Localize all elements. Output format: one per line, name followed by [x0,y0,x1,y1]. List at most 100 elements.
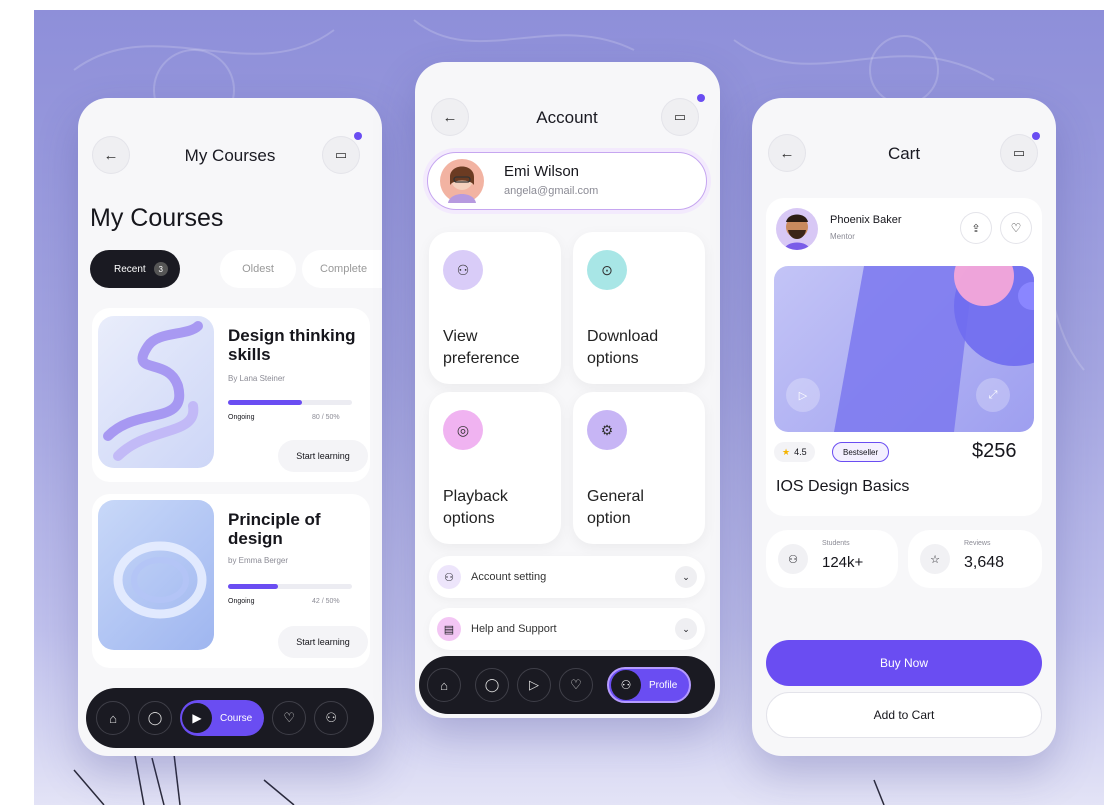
tile-view-preference[interactable]: ⚇ View preference [429,232,561,384]
star-icon: ★ [782,446,791,457]
tile-label: Playback options [443,488,508,527]
filter-recent[interactable]: Recent 3 [90,250,180,288]
user-icon[interactable]: ⚇ [314,701,349,735]
nav-active-label: Profile [649,679,678,691]
play-icon: ▶ [182,703,212,733]
heart-icon[interactable]: ♡ [272,701,307,735]
course-title: Principle of design [228,510,321,548]
tile-general-option[interactable]: ⚙ General option [573,392,705,544]
course-title: Design thinking skills [228,326,356,364]
account-screen: ← Account ▭ Emi Wilson angela@gmail.com … [415,62,720,718]
rating-value: 4.5 [794,447,807,457]
home-icon[interactable]: ⌂ [427,668,461,702]
nav-course-active[interactable]: ▶ Course [180,700,265,736]
reviews-stat: ☆ Reviews 3,648 [908,530,1042,588]
fullscreen-button[interactable]: ⤢ [976,378,1010,412]
row-help-support[interactable]: ▤ Help and Support ⌄ [429,608,705,650]
share-button[interactable]: ⇪ [960,212,992,244]
help-icon: ▤ [437,617,461,641]
bottom-nav: ⌂ ◯ ▶ Course ♡ ⚇ [86,688,374,748]
cart-notification-dot [354,132,362,140]
header-title: Cart [887,144,921,163]
row-label: Help and Support [471,623,557,635]
header-title: Account [536,108,598,127]
price: $256 [972,440,1017,462]
home-icon[interactable]: ⌂ [96,701,130,735]
course-thumbnail [98,316,214,468]
start-learning-button[interactable]: Start learning [278,626,368,658]
buy-now-button[interactable]: Buy Now [766,640,1042,686]
tile-label: Download options [587,328,659,367]
back-arrow-icon: ← [103,146,119,164]
add-to-cart-button[interactable]: Add to Cart [766,692,1042,738]
tile-label: View preference [443,328,520,367]
cart-screen: ← Cart ▭ Phoenix Baker Mentor ⇪ ♡ ▷ ⤢ ★ 4… [752,98,1056,756]
back-button[interactable]: ← [92,136,130,174]
avatar-illustration [448,166,476,203]
cart-button[interactable]: ▭ [661,98,699,136]
nav-active-label: Course [220,712,253,724]
settings-icon: ⚙ [587,410,627,450]
heart-icon: ♡ [1010,221,1022,235]
play-icon: ▷ [798,389,808,402]
cart-notification-dot [1032,132,1040,140]
course-detail-card: Phoenix Baker Mentor ⇪ ♡ ▷ ⤢ ★ 4.5 Bestse… [766,198,1042,516]
user-icon: ⚇ [437,565,461,589]
fullscreen-icon: ⤢ [988,388,998,401]
students-stat: ⚇ Students 124k+ [766,530,898,588]
tile-download-options[interactable]: ⊙ Download options [573,232,705,384]
course-card[interactable]: Principle of design by Emma Berger Ongoi… [92,494,370,668]
mentor-avatar [776,208,818,250]
course-status: Ongoing [228,414,255,421]
header-title: My Courses [184,146,276,165]
cart-icon: ▭ [334,147,348,162]
cart-icon: ▭ [673,109,687,124]
progress-track [228,584,352,589]
user-name: Emi Wilson [504,163,580,180]
mentor-role: Mentor [830,232,855,241]
back-arrow-icon: ← [442,108,458,126]
cart-button[interactable]: ▭ [1000,134,1038,172]
start-learning-button[interactable]: Start learning [278,440,368,472]
heart-icon[interactable]: ♡ [559,668,593,702]
mentor-name: Phoenix Baker [830,214,902,226]
students-icon: ⚇ [778,544,808,574]
back-button[interactable]: ← [768,134,806,172]
search-icon[interactable]: ◯ [475,668,509,702]
filter-label-recent: Recent [114,263,146,275]
cart-icon: ▭ [1012,145,1026,160]
back-button[interactable]: ← [431,98,469,136]
stat-value: 124k+ [822,554,864,571]
user-profile-card[interactable]: Emi Wilson angela@gmail.com [427,152,707,210]
reviews-icon: ☆ [920,544,950,574]
search-icon[interactable]: ◯ [138,701,172,735]
user-icon: ⚇ [611,670,641,700]
cart-button[interactable]: ▭ [322,136,360,174]
play-icon[interactable]: ▷ [517,668,551,702]
filter-count-badge: 3 [153,262,168,276]
download-icon: ⊙ [587,250,627,290]
progress-text: 42 / 50% [312,598,340,605]
progress-text: 80 / 50% [312,414,340,421]
filter-complete[interactable]: Complete [302,250,382,288]
page-title: My Courses [90,204,224,232]
filter-label-oldest: Oldest [242,263,274,275]
course-status: Ongoing [228,598,255,605]
back-arrow-icon: ← [779,144,795,162]
play-button[interactable]: ▷ [786,378,820,412]
playback-icon: ◎ [443,410,483,450]
nav-profile-active[interactable]: ⚇ Profile [607,667,692,703]
tile-playback-options[interactable]: ◎ Playback options [429,392,561,544]
my-courses-screen: ← My Courses ▭ My Courses Recent 3 Oldes… [78,98,382,756]
row-account-setting[interactable]: ⚇ Account setting ⌄ [429,556,705,598]
user-email: angela@gmail.com [504,185,599,197]
favorite-button[interactable]: ♡ [1000,212,1032,244]
course-card[interactable]: Design thinking skills By Lana Steiner O… [92,308,370,482]
bottom-nav: ⌂ ◯ ▷ ♡ ⚇ Profile [419,656,715,714]
filter-oldest[interactable]: Oldest [220,250,296,288]
spiral-illustration [103,321,203,461]
stat-label: Reviews [964,540,991,547]
progress-fill [228,400,303,405]
course-author: By Lana Steiner [228,374,285,383]
course-title: IOS Design Basics [776,478,910,495]
